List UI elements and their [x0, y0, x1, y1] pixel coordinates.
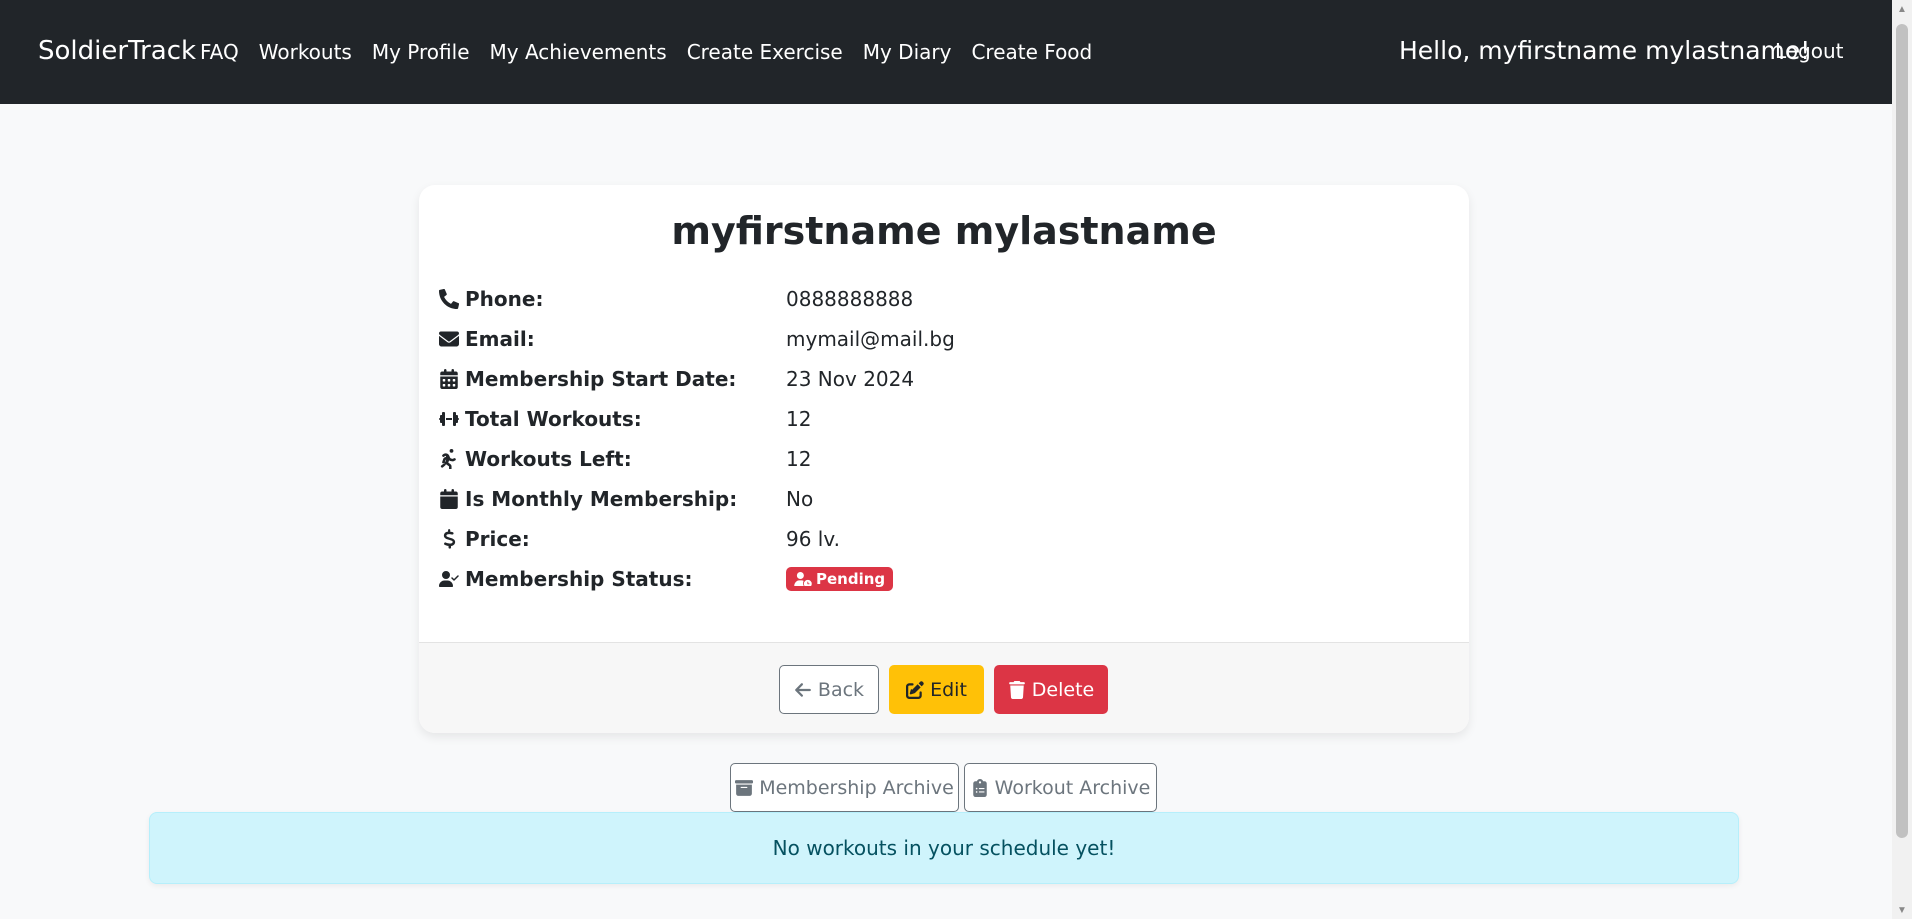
user-check-icon	[439, 571, 459, 587]
delete-label: Delete	[1031, 678, 1095, 701]
user-greeting: Hello, myfirstname mylastname!	[1399, 36, 1811, 65]
workout-archive-button[interactable]: Workout Archive	[964, 763, 1157, 812]
price-value: 96 lv.	[786, 527, 841, 551]
no-workouts-alert: No workouts in your schedule yet!	[149, 812, 1739, 884]
membership-archive-button[interactable]: Membership Archive	[730, 763, 959, 812]
nav-faq[interactable]: FAQ	[200, 40, 239, 64]
delete-button[interactable]: Delete	[994, 665, 1108, 714]
phone-value: 0888888888	[786, 287, 914, 311]
nav-my-achievements[interactable]: My Achievements	[490, 40, 667, 64]
profile-card: myfirstname mylastname Phone: 0888888888…	[419, 185, 1469, 733]
dollar-icon	[443, 529, 456, 549]
start-date-row: Membership Start Date: 23 Nov 2024	[439, 364, 1449, 394]
nav-create-exercise[interactable]: Create Exercise	[687, 40, 843, 64]
monthly-membership-value: No	[786, 487, 814, 511]
workouts-left-value: 12	[786, 447, 812, 471]
nav-my-diary[interactable]: My Diary	[863, 40, 952, 64]
brand-link[interactable]: SoldierTrack	[38, 36, 196, 66]
membership-archive-label: Membership Archive	[759, 776, 954, 799]
back-button[interactable]: Back	[779, 665, 879, 714]
scroll-up-arrow-icon[interactable]: ▲	[1892, 0, 1912, 18]
scroll-thumb[interactable]	[1896, 24, 1908, 838]
edit-label: Edit	[930, 678, 967, 701]
membership-status-label: Membership Status:	[465, 567, 693, 591]
phone-icon	[439, 289, 459, 309]
email-row: Email: mymail@mail.bg	[439, 324, 1449, 354]
dumbbell-icon	[439, 412, 459, 426]
scroll-down-arrow-icon[interactable]: ▼	[1892, 901, 1912, 919]
arrow-left-icon	[795, 682, 811, 697]
workouts-left-label: Workouts Left:	[465, 447, 632, 471]
envelope-icon	[439, 331, 459, 347]
email-label: Email:	[465, 327, 535, 351]
phone-label: Phone:	[465, 287, 544, 311]
status-badge: Pending	[786, 567, 894, 591]
calendar-days-icon	[440, 369, 458, 389]
email-value: mymail@mail.bg	[786, 327, 955, 351]
nav-workouts[interactable]: Workouts	[259, 40, 352, 64]
card-footer: Back Edit Delete	[419, 642, 1469, 733]
edit-icon	[906, 680, 924, 699]
nav-links: FAQ Workouts My Profile My Achievements …	[200, 40, 1112, 64]
monthly-membership-row: Is Monthly Membership: No	[439, 484, 1449, 514]
profile-name: myfirstname mylastname	[671, 209, 1217, 253]
total-workouts-row: Total Workouts: 12	[439, 404, 1449, 434]
alert-message: No workouts in your schedule yet!	[772, 836, 1116, 860]
workout-archive-label: Workout Archive	[994, 776, 1151, 799]
status-badge-text: Pending	[816, 570, 886, 588]
calendar-icon	[440, 489, 458, 509]
running-person-icon	[440, 449, 456, 469]
total-workouts-label: Total Workouts:	[465, 407, 642, 431]
back-label: Back	[817, 678, 865, 701]
navbar: SoldierTrack FAQ Workouts My Profile My …	[0, 0, 1892, 104]
nav-my-profile[interactable]: My Profile	[372, 40, 470, 64]
start-date-value: 23 Nov 2024	[786, 367, 915, 391]
trash-icon	[1008, 680, 1025, 699]
page-scrollbar[interactable]: ▲ ▼	[1892, 0, 1912, 919]
logout-link[interactable]: Logout	[1775, 39, 1843, 63]
start-date-label: Membership Start Date:	[465, 367, 737, 391]
total-workouts-value: 12	[786, 407, 812, 431]
nav-create-food[interactable]: Create Food	[971, 40, 1092, 64]
phone-row: Phone: 0888888888	[439, 284, 1449, 314]
workouts-left-row: Workouts Left: 12	[439, 444, 1449, 474]
user-clock-icon	[794, 572, 812, 586]
price-row: Price: 96 lv.	[439, 524, 1449, 554]
price-label: Price:	[465, 527, 530, 551]
clipboard-list-icon	[972, 778, 987, 797]
monthly-membership-label: Is Monthly Membership:	[465, 487, 738, 511]
membership-status-row: Membership Status: Pending	[439, 564, 1449, 594]
box-archive-icon	[735, 779, 754, 796]
edit-button[interactable]: Edit	[889, 665, 984, 714]
